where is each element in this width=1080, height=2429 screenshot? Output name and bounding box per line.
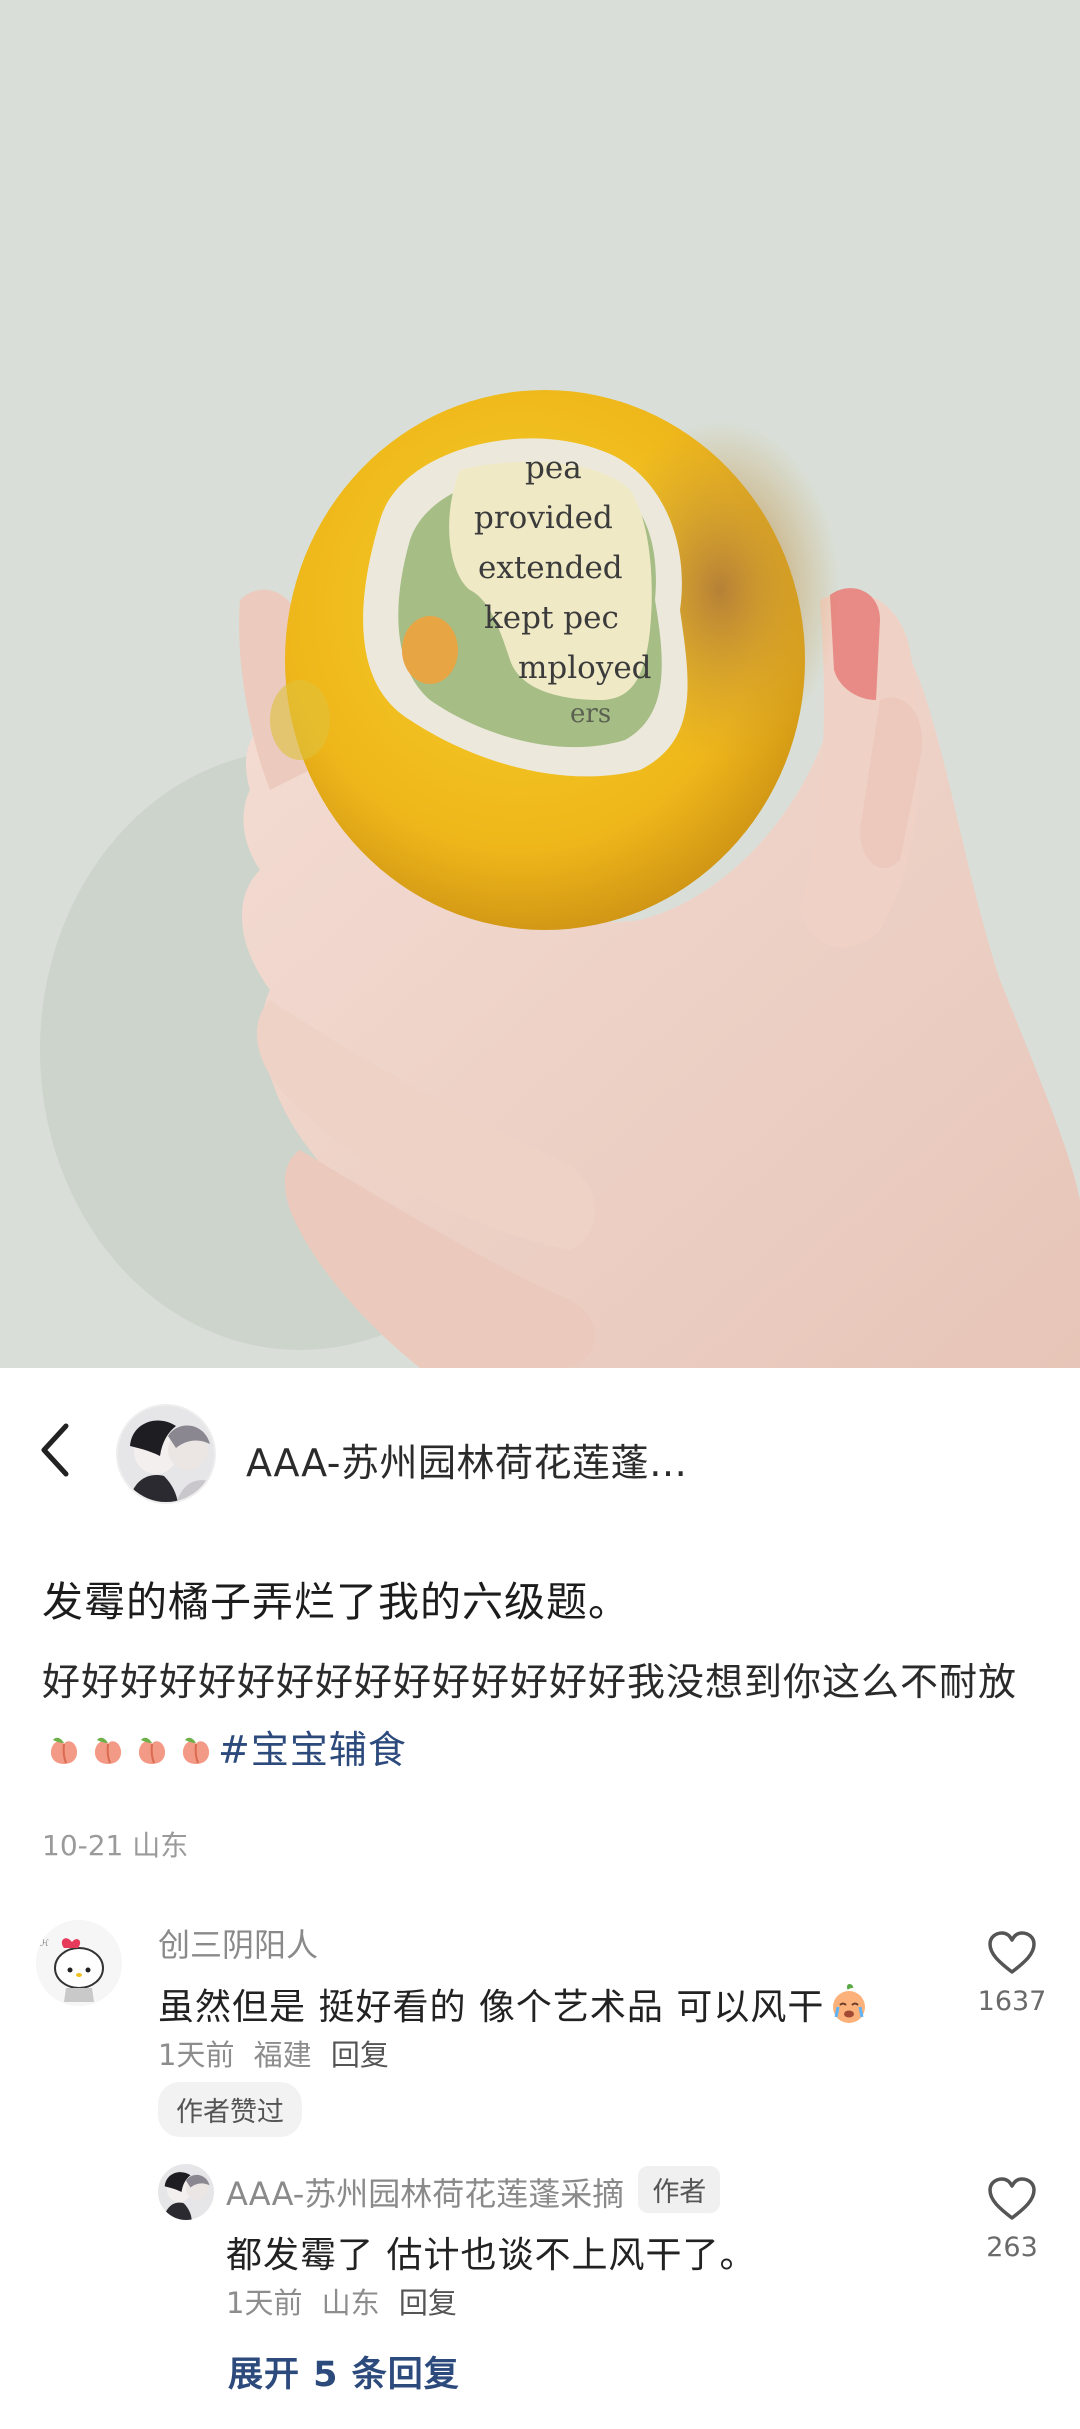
paper-word-6: ers xyxy=(570,699,611,729)
comment-like-button[interactable]: 1637 xyxy=(962,1930,1062,2017)
post-author-bar: AAA-苏州园林荷花莲蓬… xyxy=(0,1368,1080,1528)
reply-text: 都发霉了 估计也谈不上风干了。 xyxy=(226,2235,757,2276)
svg-text:ℋ: ℋ xyxy=(40,1939,49,1949)
comment-text: 虽然但是 挺好看的 像个艺术品 可以风干 xyxy=(158,1978,870,2034)
commenter-avatar[interactable]: ℋ xyxy=(36,1920,122,2006)
post-title: 发霉的橘子弄烂了我的六级题。 xyxy=(42,1578,630,1626)
heart-icon xyxy=(988,2177,1036,2220)
peach-emoji-icon xyxy=(46,1720,82,1788)
author-liked-chip: 作者赞过 xyxy=(158,2082,302,2137)
post-body-text: 好好好好好好好好好好好好好好好我没想到你这么不耐放 xyxy=(42,1660,1018,1704)
expand-replies-button[interactable]: 展开 5 条回复 xyxy=(228,2346,460,2397)
heart-icon xyxy=(988,1931,1036,1974)
reply-user: AAA-苏州园林荷花莲蓬采摘 作者 xyxy=(226,2166,721,2215)
paper-word-1: pea xyxy=(525,450,582,486)
post-meta: 10-21 山东 xyxy=(42,1824,188,1864)
reply-reply-button[interactable]: 回复 xyxy=(399,2286,457,2320)
commenter-name[interactable]: 创三阴阳人 xyxy=(158,1920,318,1966)
comment-time: 1天前 xyxy=(158,2038,235,2072)
paper-word-4: kept pec xyxy=(484,600,619,636)
hashtag-link[interactable]: #宝宝辅食 xyxy=(218,1728,407,1772)
post-location: 山东 xyxy=(132,1829,189,1862)
peach-emoji-icon xyxy=(178,1720,214,1788)
reply-meta: 1天前 山东 回复 xyxy=(226,2280,457,2322)
reply-like-button[interactable]: 263 xyxy=(962,2176,1062,2263)
comment-meta: 1天前 福建 回复 xyxy=(158,2032,389,2074)
reply-button[interactable]: 回复 xyxy=(331,2038,389,2072)
back-button[interactable] xyxy=(30,1420,80,1480)
like-count: 263 xyxy=(986,2232,1038,2263)
paper-word-3: extended xyxy=(478,550,623,586)
comment-text-content: 虽然但是 挺好看的 像个艺术品 可以风干 xyxy=(158,1987,825,2028)
reply-user-name[interactable]: AAA-苏州园林荷花莲蓬采摘 xyxy=(226,2175,624,2213)
comment-location: 福建 xyxy=(253,2038,312,2072)
peach-emoji-icon xyxy=(134,1720,170,1788)
author-badge: 作者 xyxy=(638,2166,721,2213)
paper-word-2: provided xyxy=(474,500,613,536)
post-photo[interactable]: pea provided extended kept pec mployed e… xyxy=(0,0,1080,1368)
author-avatar[interactable] xyxy=(116,1404,216,1504)
paper-word-5: mployed xyxy=(518,650,652,686)
author-name[interactable]: AAA-苏州园林荷花莲蓬… xyxy=(246,1432,687,1487)
reply-author-avatar[interactable] xyxy=(158,2164,214,2220)
reply-time: 1天前 xyxy=(226,2286,303,2320)
peach-emoji-icon xyxy=(90,1720,126,1788)
like-count: 1637 xyxy=(977,1986,1047,2017)
back-arrow-icon xyxy=(41,1423,69,1477)
crying-emoji-icon xyxy=(828,1983,870,2034)
reply-location: 山东 xyxy=(321,2286,380,2320)
post-date: 10-21 xyxy=(42,1829,124,1862)
post-body: 好好好好好好好好好好好好好好好我没想到你这么不耐放 #宝宝辅食 xyxy=(42,1648,1042,1788)
